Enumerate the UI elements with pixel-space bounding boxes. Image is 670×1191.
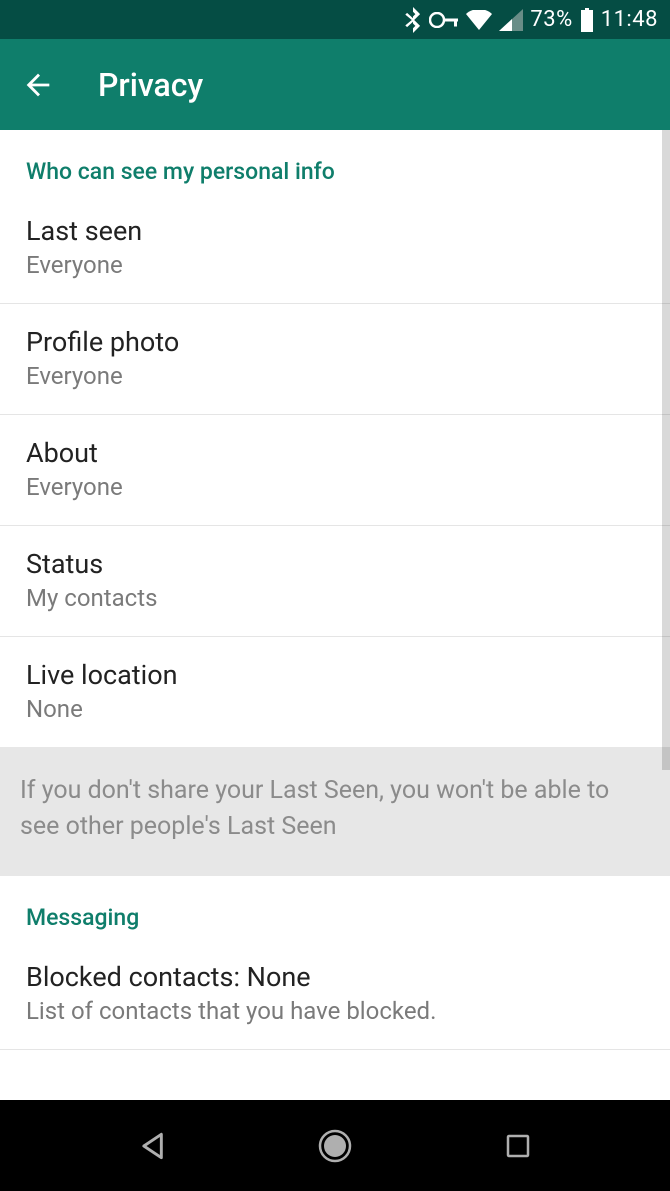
settings-list[interactable]: Who can see my personal info Last seen E… [0,130,670,1100]
setting-value: None [26,695,644,723]
setting-value: My contacts [26,584,644,612]
nav-back-button[interactable] [128,1122,176,1170]
setting-blocked-contacts[interactable]: Blocked contacts: None List of contacts … [0,939,670,1050]
clock-time: 11:48 [601,7,658,32]
circle-home-icon [317,1128,353,1164]
setting-value: Everyone [26,362,644,390]
setting-title: Live location [26,659,644,691]
status-bar: 73% 11:48 [0,0,670,39]
back-button[interactable] [18,65,58,105]
setting-title: Status [26,548,644,580]
setting-profile-photo[interactable]: Profile photo Everyone [0,304,670,415]
arrow-back-icon [21,68,55,102]
setting-value: Everyone [26,473,644,501]
setting-title: About [26,437,644,469]
setting-status[interactable]: Status My contacts [0,526,670,637]
setting-title: Blocked contacts: None [26,961,644,993]
square-recent-icon [506,1134,530,1158]
bluetooth-icon [404,7,422,33]
setting-live-location[interactable]: Live location None [0,637,670,747]
signal-icon [499,9,523,31]
setting-about[interactable]: About Everyone [0,415,670,526]
triangle-back-icon [139,1132,165,1160]
navigation-bar [0,1100,670,1191]
setting-title: Profile photo [26,326,644,358]
setting-last-seen[interactable]: Last seen Everyone [0,193,670,304]
setting-value: Everyone [26,251,644,279]
nav-home-button[interactable] [311,1122,359,1170]
section-header-messaging: Messaging [0,876,670,939]
setting-subtitle: List of contacts that you have blocked. [26,997,644,1025]
scrollbar[interactable] [662,130,670,770]
setting-title: Last seen [26,215,644,247]
vpn-key-icon [429,12,459,28]
nav-recent-button[interactable] [494,1122,542,1170]
info-note: If you don't share your Last Seen, you w… [0,747,670,876]
section-header-personal-info: Who can see my personal info [0,130,670,193]
page-title: Privacy [98,66,203,104]
battery-icon [580,8,594,32]
battery-percent: 73% [530,7,572,32]
wifi-icon [466,10,492,30]
app-bar: Privacy [0,39,670,130]
